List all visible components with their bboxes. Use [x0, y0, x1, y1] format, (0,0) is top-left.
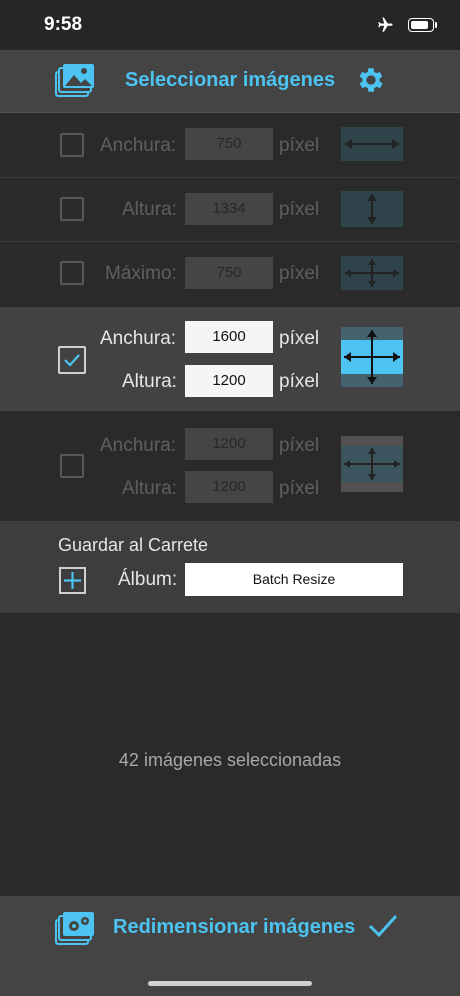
fixed-width-label: Anchura:: [100, 435, 177, 456]
width-checkbox[interactable]: [60, 133, 84, 157]
header-bar: Seleccionar imágenes: [0, 50, 460, 113]
photo-gears-icon[interactable]: [54, 910, 96, 946]
airplane-icon: [378, 17, 393, 32]
height-unit: píxel: [279, 199, 320, 220]
save-title: Guardar al Carrete: [58, 535, 209, 555]
height-label: Altura:: [122, 199, 177, 220]
album-label: Álbum:: [118, 569, 178, 590]
cross-arrow-icon: [341, 256, 403, 290]
add-album-button[interactable]: [59, 567, 86, 594]
option-height-row[interactable]: Altura: 1334 píxel: [0, 178, 460, 241]
selected-count: 42 imágenes seleccionadas: [118, 750, 342, 770]
photo-stack-icon[interactable]: [54, 62, 96, 100]
both-checkbox[interactable]: [58, 346, 86, 374]
status-icons: [376, 16, 437, 34]
both-width-label: Anchura:: [100, 328, 177, 349]
both-height-label: Altura:: [122, 371, 177, 392]
both-width-input[interactable]: 1600: [185, 321, 273, 353]
max-checkbox[interactable]: [60, 261, 84, 285]
both-height-unit: píxel: [279, 371, 320, 392]
horizontal-arrow-icon: [341, 127, 403, 161]
width-input[interactable]: 750: [185, 128, 273, 160]
checkmark-icon[interactable]: [367, 912, 399, 940]
status-time: 9:58: [44, 14, 83, 35]
vertical-arrow-icon: [341, 191, 403, 227]
album-input[interactable]: Batch Resize: [185, 563, 403, 596]
height-input[interactable]: 1334: [185, 193, 273, 225]
fixed-width-unit: píxel: [279, 435, 320, 456]
both-height-input[interactable]: 1200: [185, 365, 273, 397]
both-width-unit: píxel: [279, 328, 320, 349]
option-both-row[interactable]: Anchura: 1600 píxel Altura: 1200 píxel: [0, 307, 460, 411]
width-unit: píxel: [279, 135, 320, 156]
fixed-height-unit: píxel: [279, 478, 320, 499]
fixed-width-input[interactable]: 1200: [185, 428, 273, 460]
home-indicator: [148, 981, 312, 986]
option-width-row[interactable]: Anchura: 750 píxel: [0, 113, 460, 177]
save-section: Guardar al Carrete Álbum: Batch Resize: [0, 521, 460, 613]
max-unit: píxel: [279, 263, 320, 284]
checkmark-icon: [64, 354, 80, 367]
select-images-button[interactable]: Seleccionar imágenes: [125, 69, 335, 92]
plus-icon: [64, 572, 81, 589]
fixed-height-label: Altura:: [122, 478, 177, 499]
fit-arrows-icon: [341, 436, 403, 492]
option-max-row[interactable]: Máximo: 750 píxel: [0, 242, 460, 306]
gear-icon[interactable]: [355, 64, 387, 96]
battery-icon: [408, 18, 437, 32]
fixed-height-input[interactable]: 1200: [185, 471, 273, 503]
footer-bar: Redimensionar imágenes: [0, 896, 460, 996]
expand-arrows-icon: [341, 327, 403, 387]
max-input[interactable]: 750: [185, 257, 273, 289]
status-bar: 9:58: [0, 0, 460, 50]
resize-images-button[interactable]: Redimensionar imágenes: [113, 916, 355, 939]
height-checkbox[interactable]: [60, 197, 84, 221]
max-label: Máximo:: [105, 263, 177, 284]
fixed-checkbox[interactable]: [60, 454, 84, 478]
option-fixed-row[interactable]: Anchura: 1200 píxel Altura: 1200 píxel: [0, 412, 460, 520]
width-label: Anchura:: [100, 135, 177, 156]
